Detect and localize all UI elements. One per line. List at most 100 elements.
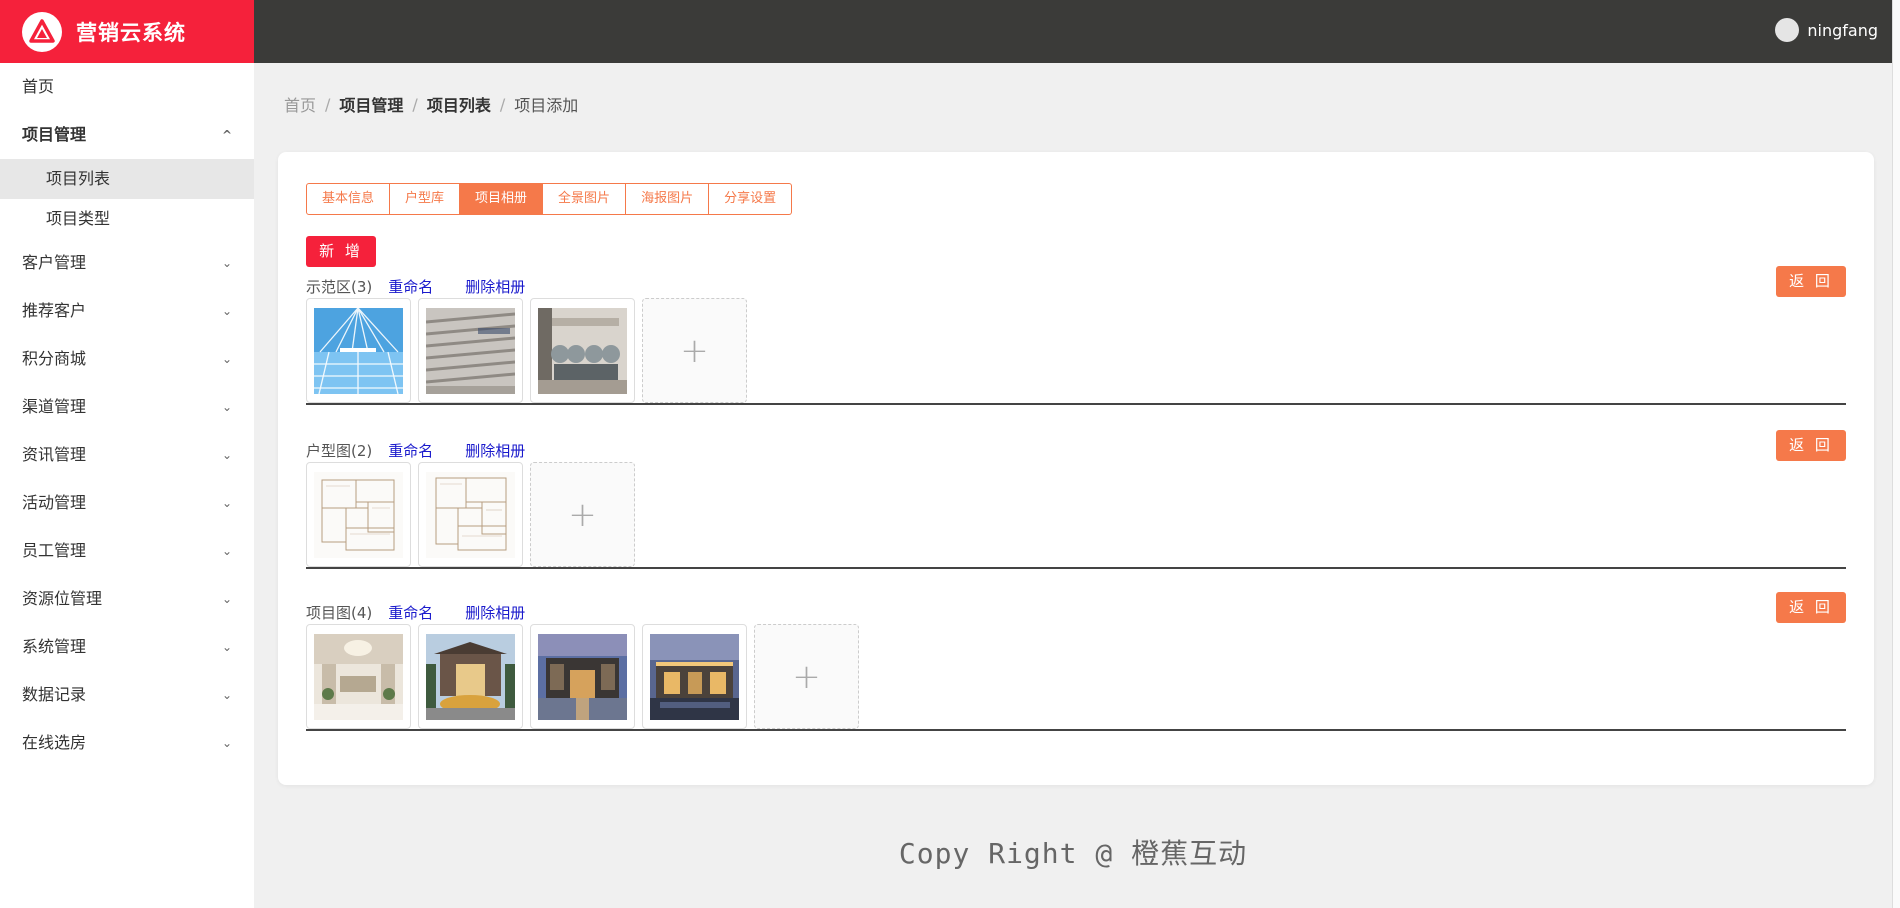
sidebar-item-referral[interactable]: 推荐客户 ⌄ <box>0 287 254 335</box>
tab-floorplan-library[interactable]: 户型库 <box>390 183 461 215</box>
facade-night-photo <box>538 633 627 720</box>
chevron-down-icon: ⌄ <box>221 592 232 606</box>
album-header: 示范区(3) 重命名 删除相册 <box>306 275 525 297</box>
sidebar-subitem-project-type[interactable]: 项目类型 <box>0 199 254 239</box>
upload-photo-button[interactable]: + <box>530 462 635 567</box>
upload-photo-button[interactable]: + <box>642 298 747 403</box>
breadcrumb: 首页 / 项目管理 / 项目列表 / 项目添加 <box>284 92 578 116</box>
lobby-photo <box>314 633 403 720</box>
album-name: 户型图(2) <box>306 441 373 460</box>
tab-bar: 基本信息 户型库 项目相册 全景图片 海报图片 分享设置 <box>306 183 793 215</box>
chevron-down-icon: ⌄ <box>221 688 232 702</box>
sidebar-item-channel[interactable]: 渠道管理 ⌄ <box>0 383 254 431</box>
user-menu[interactable]: ningfang <box>1775 18 1878 42</box>
photo-thumbnail[interactable] <box>530 624 635 729</box>
back-button[interactable]: 返 回 <box>1776 592 1846 623</box>
album-name: 示范区(3) <box>306 277 373 296</box>
chevron-down-icon: ⌄ <box>221 448 232 462</box>
sidebar-subitem-label: 项目列表 <box>46 169 111 188</box>
photo-thumbnail[interactable] <box>418 624 523 729</box>
sidebar: 首页 项目管理 ^ 项目列表 项目类型 客户管理 ⌄ 推荐客户 ⌄ 积分商城 ⌄ 渠道… <box>0 63 254 908</box>
back-button[interactable]: 返 回 <box>1776 430 1846 461</box>
pool-photo <box>314 307 403 394</box>
sidebar-item-online-selection[interactable]: 在线选房 ⌄ <box>0 719 254 767</box>
photo-thumbnail[interactable] <box>306 462 411 567</box>
tab-share-settings[interactable]: 分享设置 <box>709 183 793 215</box>
exterior-dusk-photo <box>650 633 739 720</box>
chevron-down-icon: ⌄ <box>221 640 232 654</box>
upload-photo-button[interactable]: + <box>754 624 859 729</box>
sidebar-item-label: 积分商城 <box>22 349 87 368</box>
chevron-down-icon: ⌄ <box>221 352 232 366</box>
sidebar-item-data-records[interactable]: 数据记录 ⌄ <box>0 671 254 719</box>
rename-album-link[interactable]: 重命名 <box>388 602 433 623</box>
chevron-down-icon: ⌄ <box>221 304 232 318</box>
page-scrollbar[interactable] <box>1892 0 1900 908</box>
rename-album-link[interactable]: 重命名 <box>388 440 433 461</box>
sidebar-item-label: 员工管理 <box>22 541 87 560</box>
sidebar-item-staff[interactable]: 员工管理 ⌄ <box>0 527 254 575</box>
logo-area: 营销云系统 <box>0 0 254 63</box>
sidebar-subitem-project-list[interactable]: 项目列表 <box>0 159 254 199</box>
photo-thumbnail[interactable] <box>306 298 411 403</box>
album-name: 项目图(4) <box>306 603 373 622</box>
entrance-fountain-photo <box>426 633 515 720</box>
sidebar-item-label: 客户管理 <box>22 253 87 272</box>
sidebar-item-label: 项目管理 <box>22 125 87 144</box>
album-section: 项目图(4) 重命名 删除相册 返 回 + <box>306 592 1846 731</box>
photo-thumbnail[interactable] <box>642 624 747 729</box>
photo-thumbnail[interactable] <box>418 462 523 567</box>
sidebar-item-home[interactable]: 首页 <box>0 63 254 111</box>
lounge-photo <box>538 307 627 394</box>
back-button[interactable]: 返 回 <box>1776 266 1846 297</box>
chevron-down-icon: ⌄ <box>221 256 232 270</box>
breadcrumb-separator: / <box>325 94 331 114</box>
sidebar-item-label: 活动管理 <box>22 493 87 512</box>
tab-basic-info[interactable]: 基本信息 <box>306 183 391 215</box>
breadcrumb-project-management[interactable]: 项目管理 <box>339 92 403 116</box>
breadcrumb-home[interactable]: 首页 <box>284 92 316 116</box>
photo-grid: + <box>306 462 642 567</box>
plus-icon: + <box>568 494 597 535</box>
sidebar-item-label: 渠道管理 <box>22 397 87 416</box>
chevron-down-icon: ⌄ <box>221 736 232 750</box>
album-header: 户型图(2) 重命名 删除相册 <box>306 439 525 461</box>
chevron-down-icon: ⌄ <box>221 544 232 558</box>
album-header: 项目图(4) 重命名 删除相册 <box>306 601 525 623</box>
breadcrumb-current: 项目添加 <box>514 96 579 115</box>
sidebar-subitem-label: 项目类型 <box>46 209 111 228</box>
chevron-down-icon: ⌄ <box>221 496 232 510</box>
app-title: 营销云系统 <box>76 20 186 45</box>
breadcrumb-separator: / <box>499 94 506 114</box>
sidebar-item-project-management[interactable]: 项目管理 ^ <box>0 111 254 159</box>
plus-icon: + <box>680 330 709 371</box>
sidebar-item-customer[interactable]: 客户管理 ⌄ <box>0 239 254 287</box>
plus-icon: + <box>792 656 821 697</box>
photo-thumbnail[interactable] <box>418 298 523 403</box>
album-section: 户型图(2) 重命名 删除相册 返 回 + <box>306 430 1846 569</box>
delete-album-link[interactable]: 删除相册 <box>465 602 525 623</box>
photo-thumbnail[interactable] <box>306 624 411 729</box>
add-album-button[interactable]: 新 增 <box>306 236 376 267</box>
tab-poster[interactable]: 海报图片 <box>626 183 710 215</box>
rename-album-link[interactable]: 重命名 <box>388 276 433 297</box>
username: ningfang <box>1807 20 1878 40</box>
floorplan-photo <box>314 471 403 558</box>
sidebar-item-resource-slot[interactable]: 资源位管理 ⌄ <box>0 575 254 623</box>
delete-album-link[interactable]: 删除相册 <box>465 276 525 297</box>
footer-copyright: Copy Right @ 橙蕉互动 <box>898 837 1248 870</box>
delete-album-link[interactable]: 删除相册 <box>465 440 525 461</box>
sidebar-item-label: 资源位管理 <box>22 589 103 608</box>
sidebar-item-news[interactable]: 资讯管理 ⌄ <box>0 431 254 479</box>
sidebar-item-points-mall[interactable]: 积分商城 ⌄ <box>0 335 254 383</box>
photo-grid: + <box>306 624 866 729</box>
sidebar-item-activity[interactable]: 活动管理 ⌄ <box>0 479 254 527</box>
breadcrumb-project-list[interactable]: 项目列表 <box>427 92 491 116</box>
sidebar-item-system[interactable]: 系统管理 ⌄ <box>0 623 254 671</box>
chevron-down-icon: ⌄ <box>221 400 232 414</box>
sidebar-item-label: 资讯管理 <box>22 445 87 464</box>
tab-panorama[interactable]: 全景图片 <box>543 183 627 215</box>
sidebar-item-label: 数据记录 <box>22 685 87 704</box>
photo-thumbnail[interactable] <box>530 298 635 403</box>
tab-project-album[interactable]: 项目相册 <box>460 183 544 215</box>
